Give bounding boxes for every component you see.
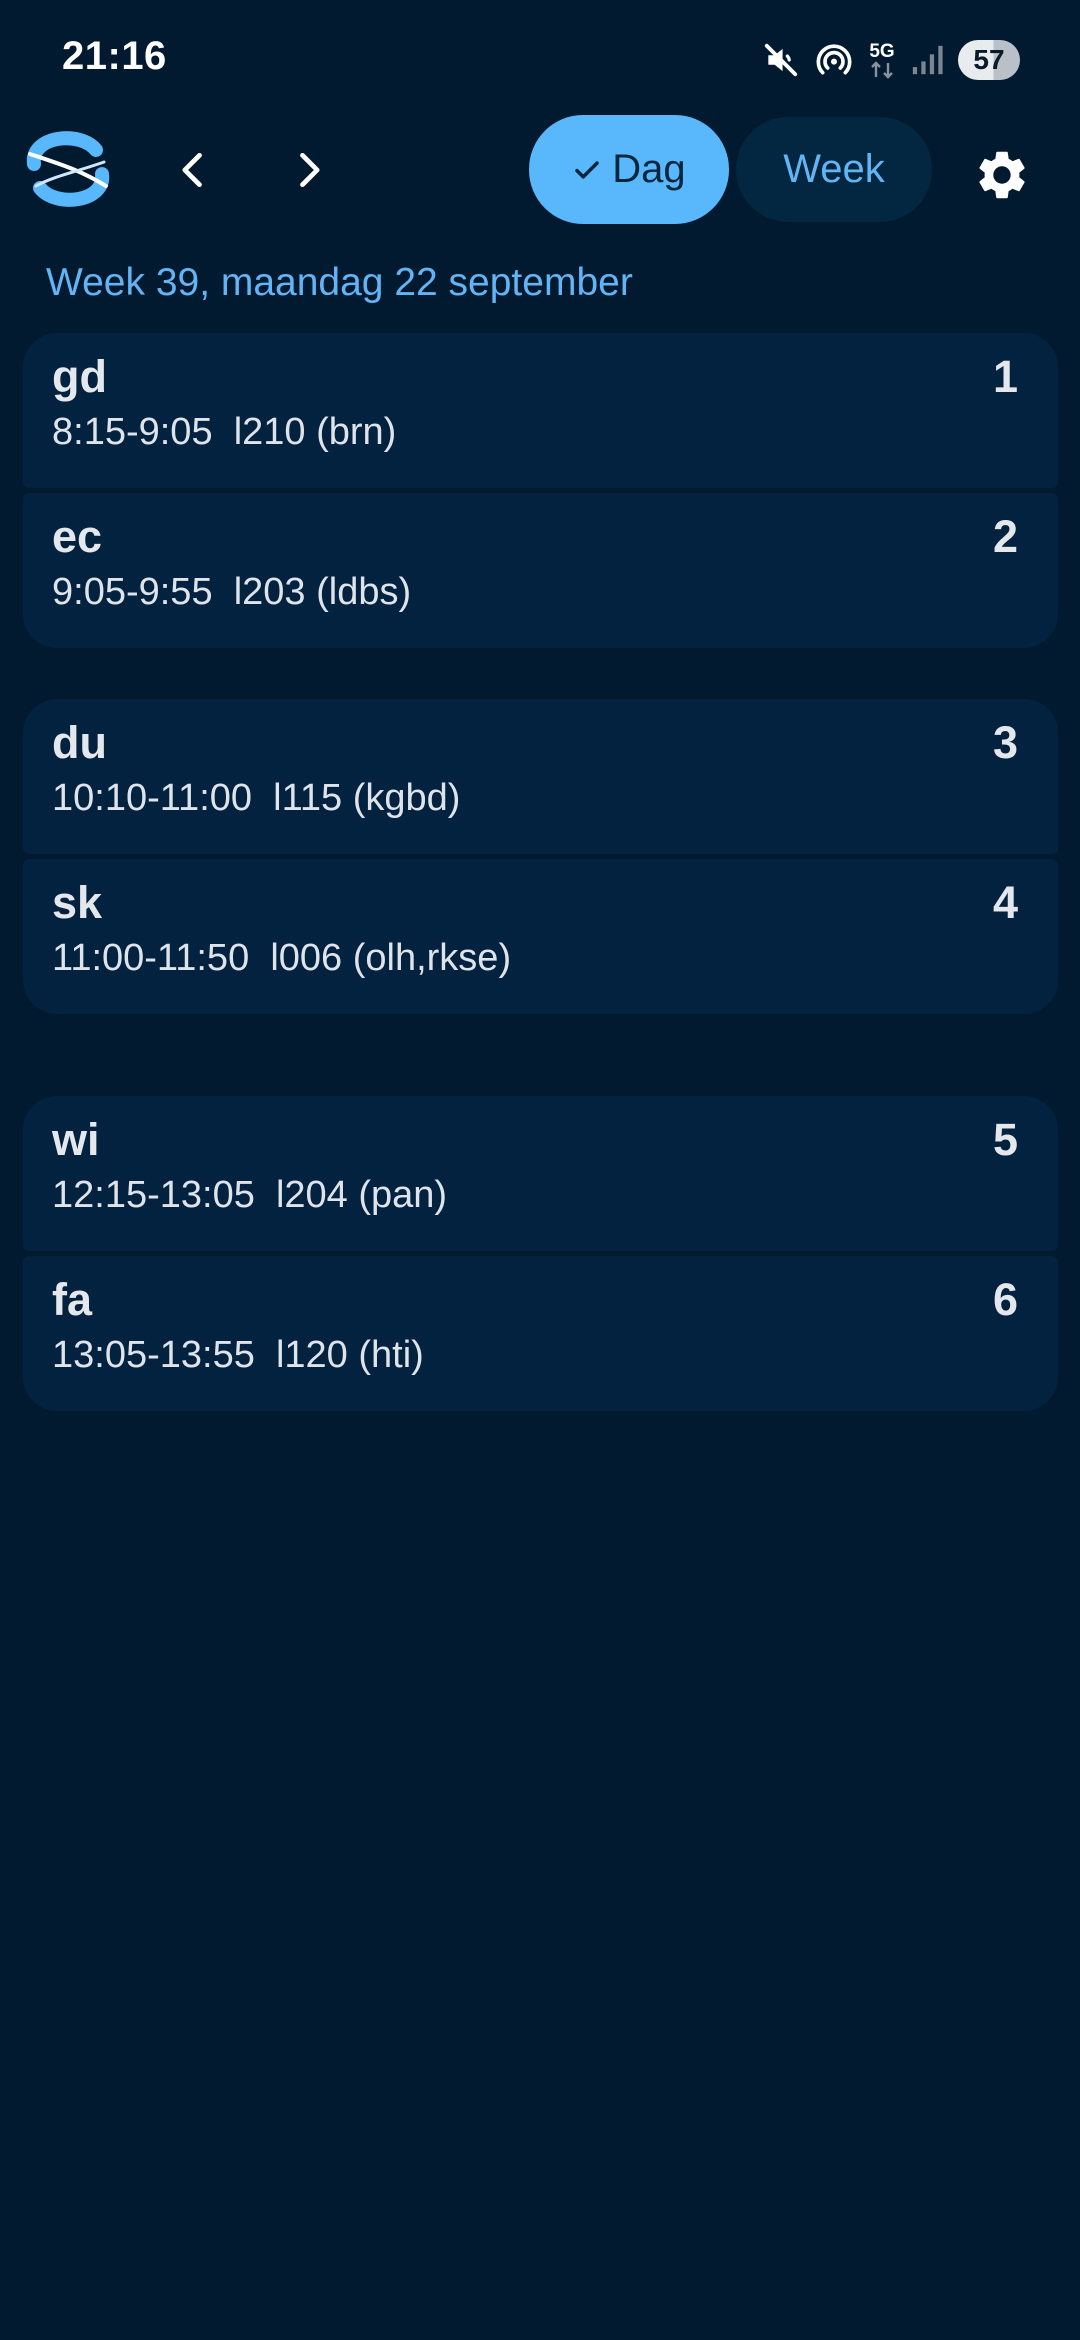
check-icon bbox=[575, 160, 600, 179]
lesson-subject: fa bbox=[52, 1274, 93, 1325]
lesson-card[interactable]: du 10:10-11:00 l115 (kgbd) 3 bbox=[23, 699, 1058, 854]
network-5g-icon: 5G bbox=[868, 42, 896, 79]
lesson-room: l210 (brn) bbox=[233, 411, 397, 453]
lesson-time: 12:15-13:05 bbox=[52, 1174, 255, 1216]
battery-icon: 57 bbox=[958, 40, 1020, 80]
lesson-time: 13:05-13:55 bbox=[52, 1334, 255, 1376]
lesson-period: 2 bbox=[992, 511, 1018, 562]
mute-icon bbox=[762, 41, 800, 79]
lesson-room: l204 (pan) bbox=[275, 1174, 448, 1216]
lesson-details: 13:05-13:55 l120 (hti) bbox=[52, 1334, 424, 1377]
lesson-details: 11:00-11:50 l006 (olh,rkse) bbox=[52, 937, 511, 980]
lesson-time: 8:15-9:05 bbox=[52, 411, 213, 453]
date-heading: Week 39, maandag 22 september bbox=[46, 261, 633, 304]
lesson-details: 8:15-9:05 l210 (brn) bbox=[52, 411, 396, 454]
hotspot-icon bbox=[814, 40, 854, 80]
lesson-subject: du bbox=[52, 717, 107, 768]
chevron-left-icon bbox=[182, 152, 202, 188]
lesson-room: l120 (hti) bbox=[275, 1334, 424, 1376]
lesson-card[interactable]: wi 12:15-13:05 l204 (pan) 5 bbox=[23, 1096, 1058, 1251]
lesson-period: 6 bbox=[992, 1274, 1018, 1325]
lesson-period: 3 bbox=[992, 717, 1018, 768]
signal-icon bbox=[910, 43, 944, 77]
lesson-details: 10:10-11:00 l115 (kgbd) bbox=[52, 777, 460, 820]
lesson-period: 4 bbox=[992, 877, 1018, 928]
chevron-right-icon bbox=[300, 152, 320, 188]
lesson-period: 5 bbox=[992, 1114, 1018, 1165]
previous-day-button[interactable] bbox=[156, 132, 232, 208]
lesson-card[interactable]: gd 8:15-9:05 l210 (brn) 1 bbox=[23, 333, 1058, 488]
lesson-subject: gd bbox=[52, 351, 107, 402]
week-view-button[interactable]: Week bbox=[736, 117, 932, 222]
lesson-time: 10:10-11:00 bbox=[52, 777, 253, 819]
lesson-card[interactable]: sk 11:00-11:50 l006 (olh,rkse) 4 bbox=[23, 859, 1058, 1014]
lesson-subject: ec bbox=[52, 511, 103, 562]
next-day-button[interactable] bbox=[270, 132, 346, 208]
lesson-room: l006 (olh,rkse) bbox=[270, 937, 512, 979]
lesson-time: 9:05-9:55 bbox=[52, 571, 213, 613]
lesson-subject: wi bbox=[52, 1114, 100, 1165]
lesson-card[interactable]: ec 9:05-9:55 l203 (ldbs) 2 bbox=[23, 493, 1058, 648]
lesson-subject: sk bbox=[52, 877, 103, 928]
day-view-button[interactable]: Dag bbox=[529, 115, 729, 224]
status-time: 21:16 bbox=[62, 34, 167, 78]
day-view-label: Dag bbox=[612, 147, 686, 191]
lesson-time: 11:00-11:50 bbox=[52, 937, 250, 979]
battery-level: 57 bbox=[973, 44, 1005, 75]
lesson-room: l115 (kgbd) bbox=[273, 777, 461, 819]
app-bar: Dag Week bbox=[0, 110, 1080, 230]
lesson-card[interactable]: fa 13:05-13:55 l120 (hti) 6 bbox=[23, 1256, 1058, 1411]
network-label: 5G bbox=[869, 40, 895, 62]
lesson-period: 1 bbox=[992, 351, 1018, 402]
gear-icon bbox=[979, 151, 1025, 199]
lesson-details: 9:05-9:55 l203 (ldbs) bbox=[52, 571, 411, 614]
lesson-room: l203 (ldbs) bbox=[233, 571, 412, 613]
app-logo bbox=[20, 124, 116, 214]
week-view-label: Week bbox=[783, 147, 885, 191]
status-icons: 5G 57 bbox=[762, 36, 1020, 84]
settings-button[interactable] bbox=[965, 138, 1039, 212]
status-bar: 21:16 5G 57 bbox=[0, 0, 1080, 120]
lesson-details: 12:15-13:05 l204 (pan) bbox=[52, 1174, 447, 1217]
